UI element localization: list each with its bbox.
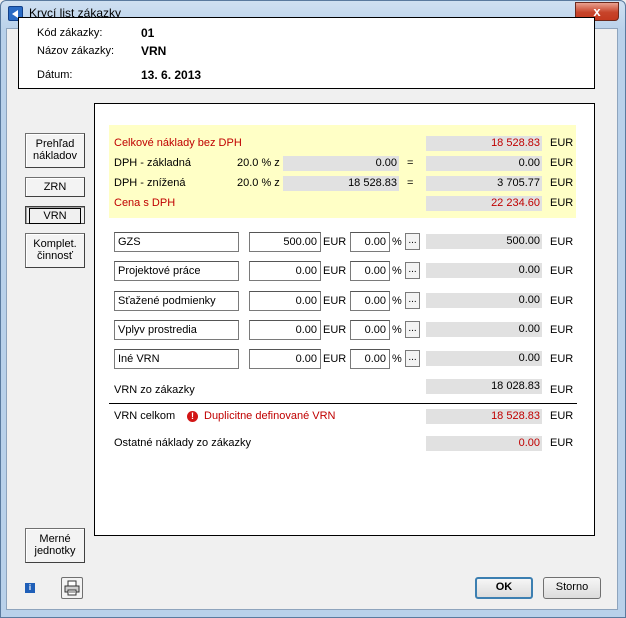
komplet-cinnost-button[interactable]: Komplet. činnosť — [25, 233, 85, 268]
dph-znizena-value: 3 705.77 — [426, 176, 542, 191]
celkove-currency: EUR — [550, 137, 574, 149]
vrn-row-result: 0.00 — [426, 351, 542, 366]
zrn-button[interactable]: ZRN — [25, 177, 85, 197]
ostatne-naklady-label: Ostatné náklady zo zákazky — [114, 437, 251, 449]
order-info-box: Kód zákazky: 01 Názov zákazky: VRN Dátum… — [18, 17, 595, 89]
vrn-celkom-label: VRN celkom — [114, 410, 176, 422]
merne-line2: jednotky — [34, 545, 76, 557]
komplet-line2: činnosť — [37, 250, 73, 262]
vrn-row-result-currency: EUR — [550, 265, 574, 277]
vrn-button[interactable]: VRN — [25, 206, 85, 224]
ostatne-naklady-value: 0.00 — [426, 436, 542, 451]
vrn-row-more-button[interactable]: ... — [405, 233, 420, 250]
print-button[interactable] — [61, 577, 83, 599]
vrn-row-result-currency: EUR — [550, 353, 574, 365]
ostatne-naklady-currency: EUR — [550, 437, 574, 449]
vrn-row-amount[interactable]: 500.00 — [249, 232, 321, 252]
vrn-zo-zakazky-currency: EUR — [550, 384, 574, 396]
vrn-row-result-currency: EUR — [550, 295, 574, 307]
vrn-row-more-button[interactable]: ... — [405, 292, 420, 309]
datum-label: Dátum: — [37, 69, 73, 81]
celkove-naklady-label: Celkové náklady bez DPH — [114, 137, 242, 149]
cena-s-dph-value: 22 234.60 — [426, 196, 542, 211]
dph-zakladna-currency: EUR — [550, 157, 574, 169]
vrn-row-name[interactable]: GZS — [114, 232, 239, 252]
kod-label: Kód zákazky: — [37, 27, 103, 39]
storno-button[interactable]: Storno — [543, 577, 601, 599]
vrn-row-amount-currency: EUR — [323, 236, 347, 248]
vrn-row-result-currency: EUR — [550, 236, 574, 248]
vrn-zo-zakazky-value: 18 028.83 — [426, 379, 542, 394]
nazov-label: Názov zákazky: — [37, 45, 115, 57]
vrn-row-amount-currency: EUR — [323, 295, 347, 307]
ok-button[interactable]: OK — [475, 577, 533, 599]
vrn-celkom-value: 18 528.83 — [426, 409, 542, 424]
vrn-row-result: 0.00 — [426, 293, 542, 308]
dph-znizena-label: DPH - znížená — [114, 177, 186, 189]
dph-zakladna-value: 0.00 — [426, 156, 542, 171]
vrn-row-amount[interactable]: 0.00 — [249, 291, 321, 311]
vrn-row-more-button[interactable]: ... — [405, 350, 420, 367]
merne-jednotky-button[interactable]: Merné jednotky — [25, 528, 85, 563]
vrn-panel: Celkové náklady bez DPH 18 528.83 EUR DP… — [94, 103, 595, 536]
vrn-row-percent-sign: % — [392, 236, 402, 248]
datum-value: 13. 6. 2013 — [141, 68, 202, 82]
cena-s-dph-label: Cena s DPH — [114, 197, 176, 209]
merne-line1: Merné — [39, 533, 71, 545]
dph-znizena-equals: = — [407, 177, 414, 189]
vrn-row-result: 0.00 — [426, 263, 542, 278]
kod-value: 01 — [141, 26, 155, 40]
vrn-row-amount[interactable]: 0.00 — [249, 349, 321, 369]
printer-icon — [64, 580, 80, 596]
vrn-row-percent[interactable]: 0.00 — [350, 261, 390, 281]
warning-icon: ! — [187, 411, 198, 422]
dph-znizena-base: 18 528.83 — [283, 176, 399, 191]
vrn-zo-zakazky-label: VRN zo zákazky — [114, 384, 195, 396]
vrn-row-amount-currency: EUR — [323, 265, 347, 277]
vrn-row-percent-sign: % — [392, 295, 402, 307]
cena-currency: EUR — [550, 197, 574, 209]
komplet-line1: Komplet. — [33, 238, 77, 250]
vrn-row-percent[interactable]: 0.00 — [350, 320, 390, 340]
dph-znizena-rate: 20.0 % z — [237, 177, 280, 189]
vrn-celkom-currency: EUR — [550, 410, 574, 422]
vrn-row-result: 500.00 — [426, 234, 542, 249]
vrn-row-more-button[interactable]: ... — [405, 262, 420, 279]
vrn-row-name[interactable]: Iné VRN — [114, 349, 239, 369]
vrn-row-percent[interactable]: 0.00 — [350, 232, 390, 252]
dph-zakladna-base: 0.00 — [283, 156, 399, 171]
celkove-naklady-value: 18 528.83 — [426, 136, 542, 151]
vrn-row-amount[interactable]: 0.00 — [249, 320, 321, 340]
vrn-row-percent-sign: % — [392, 353, 402, 365]
vrn-row-more-button[interactable]: ... — [405, 321, 420, 338]
vrn-row-result-currency: EUR — [550, 324, 574, 336]
vrn-row-percent[interactable]: 0.00 — [350, 349, 390, 369]
vrn-row-percent-sign: % — [392, 324, 402, 336]
vrn-row-amount-currency: EUR — [323, 353, 347, 365]
vrn-row-name[interactable]: Projektové práce — [114, 261, 239, 281]
prehlad-line1: Prehľad — [35, 138, 75, 150]
dph-zakladna-rate: 20.0 % z — [237, 157, 280, 169]
vrn-row-result: 0.00 — [426, 322, 542, 337]
dph-zakladna-equals: = — [407, 157, 414, 169]
vrn-row-name[interactable]: Vplyv prostredia — [114, 320, 239, 340]
dph-znizena-currency: EUR — [550, 177, 574, 189]
prehlad-nakladov-button[interactable]: Prehľad nákladov — [25, 133, 85, 168]
prehlad-line2: nákladov — [32, 150, 78, 162]
nazov-value: VRN — [141, 44, 167, 58]
vrn-row-percent[interactable]: 0.00 — [350, 291, 390, 311]
info-icon[interactable]: i — [25, 583, 35, 593]
duplicate-warning-text: Duplicitne definované VRN — [204, 410, 336, 422]
vrn-button-label: VRN — [29, 208, 81, 224]
vrn-row-amount[interactable]: 0.00 — [249, 261, 321, 281]
vrn-row-percent-sign: % — [392, 265, 402, 277]
vrn-row-amount-currency: EUR — [323, 324, 347, 336]
dph-zakladna-label: DPH - základná — [114, 157, 192, 169]
totals-divider — [109, 403, 577, 404]
vrn-row-name[interactable]: Sťažené podmienky — [114, 291, 239, 311]
